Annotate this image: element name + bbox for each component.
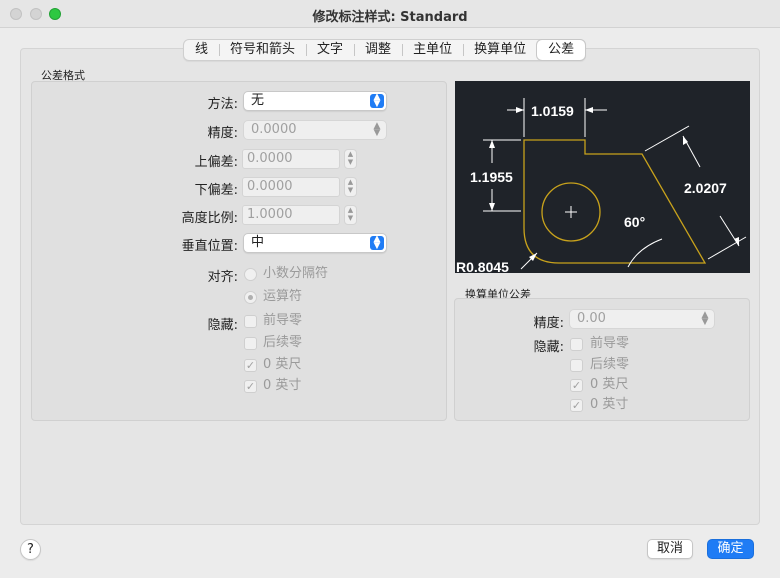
- title-bar: 修改标注样式: Standard: [0, 0, 780, 28]
- method-select[interactable]: 无 ▲ ▼: [243, 91, 387, 111]
- alt-precision-label: 精度:: [533, 316, 564, 331]
- height-scale-label: 高度比例:: [181, 211, 238, 226]
- tab-lines[interactable]: 线: [184, 40, 219, 60]
- checkmark-icon: ✓: [245, 359, 256, 372]
- tab-tolerances[interactable]: 公差: [537, 40, 586, 60]
- suppress-feet-checkbox[interactable]: ✓: [244, 359, 257, 372]
- tab-bar: 线 符号和箭头 文字 调整 主单位 换算单位 公差: [183, 39, 587, 61]
- suppress-inches-label: 0 英寸: [263, 378, 302, 393]
- align-operator-radio[interactable]: [244, 291, 257, 304]
- checkmark-icon: ✓: [571, 399, 582, 412]
- radius-label: R0.8045: [456, 259, 509, 273]
- tab-symbols-arrows[interactable]: 符号和箭头: [219, 40, 306, 60]
- alt-suppress-leading-label: 前导零: [590, 336, 630, 351]
- method-value: 无: [251, 93, 265, 108]
- alt-precision-value: 0.00: [577, 311, 606, 326]
- tab-alternate-units[interactable]: 换算单位: [463, 40, 537, 60]
- preview-drawing: 1.0159 1.1955 2.0207 60° R0.8045: [456, 98, 747, 273]
- align-operator-label: 运算符: [263, 289, 303, 304]
- alt-suppress-feet-label: 0 英尺: [590, 377, 629, 392]
- part-outline: [523, 139, 707, 264]
- window-title: 修改标注样式: Standard: [312, 10, 468, 25]
- vertical-position-label: 垂直位置:: [181, 239, 238, 254]
- suppress-trailing-checkbox[interactable]: [244, 337, 257, 350]
- precision-label: 精度:: [207, 126, 238, 141]
- suppress-leading-label: 前导零: [263, 313, 303, 328]
- suppress-feet-label: 0 英尺: [263, 357, 302, 372]
- tab-text[interactable]: 文字: [306, 40, 354, 60]
- dim-label-left: 1.1955: [470, 169, 513, 185]
- arrowhead: [585, 107, 593, 113]
- tab-primary-units[interactable]: 主单位: [402, 40, 463, 60]
- popup-arrows-icon: ▲ ▼: [373, 121, 381, 138]
- stepper-arrows-icon: ▲ ▼: [347, 206, 354, 222]
- alt-suppress-leading-checkbox[interactable]: [570, 338, 583, 351]
- vertical-position-value: 中: [251, 235, 265, 250]
- alt-suppress-label: 隐藏:: [533, 340, 564, 355]
- align-decimal-radio[interactable]: [244, 268, 257, 281]
- suppress-label: 隐藏:: [207, 318, 238, 333]
- help-button[interactable]: ?: [20, 539, 41, 560]
- upper-deviation-field[interactable]: 0.0000: [242, 149, 340, 169]
- arrowhead: [516, 107, 524, 113]
- alt-suppress-trailing-checkbox[interactable]: [570, 359, 583, 372]
- vertical-position-select[interactable]: 中 ▲ ▼: [243, 233, 387, 253]
- checkmark-icon: ✓: [571, 379, 582, 392]
- precision-select[interactable]: 0.0000 ▲ ▼: [243, 120, 387, 140]
- upper-deviation-label: 上偏差:: [194, 155, 238, 170]
- height-scale-stepper[interactable]: ▲ ▼: [344, 205, 357, 225]
- alt-suppress-feet-checkbox[interactable]: ✓: [570, 379, 583, 392]
- upper-deviation-stepper[interactable]: ▲ ▼: [344, 149, 357, 169]
- popup-arrows-icon: ▲ ▼: [701, 310, 709, 327]
- ok-button[interactable]: 确定: [707, 539, 754, 559]
- arrowhead: [489, 203, 495, 211]
- alt-suppress-trailing-label: 后续零: [590, 357, 630, 372]
- lower-deviation-stepper[interactable]: ▲ ▼: [344, 177, 357, 197]
- ext-line-right-b: [707, 236, 747, 260]
- ext-line-right-a: [644, 125, 690, 152]
- checkmark-icon: ✓: [245, 380, 256, 393]
- dim-label-top: 1.0159: [531, 103, 574, 119]
- angle-label: 60°: [624, 214, 645, 230]
- height-scale-field[interactable]: 1.0000: [242, 205, 340, 225]
- suppress-leading-checkbox[interactable]: [244, 315, 257, 328]
- precision-value: 0.0000: [251, 122, 297, 137]
- suppress-trailing-label: 后续零: [263, 335, 303, 350]
- popup-arrows-icon: ▲ ▼: [370, 235, 384, 251]
- align-decimal-label: 小数分隔符: [263, 266, 329, 281]
- method-label: 方法:: [207, 97, 238, 112]
- stepper-arrows-icon: ▲ ▼: [347, 178, 354, 194]
- cancel-button[interactable]: 取消: [647, 539, 693, 559]
- alt-suppress-inches-checkbox[interactable]: ✓: [570, 399, 583, 412]
- arrowhead: [489, 140, 495, 148]
- popup-arrows-icon: ▲ ▼: [370, 93, 384, 109]
- alignment-label: 对齐:: [207, 270, 238, 285]
- suppress-inches-checkbox[interactable]: ✓: [244, 380, 257, 393]
- dim-label-right: 2.0207: [684, 180, 727, 196]
- lower-deviation-field[interactable]: 0.0000: [242, 177, 340, 197]
- alt-suppress-inches-label: 0 英寸: [590, 397, 629, 412]
- tab-fit[interactable]: 调整: [354, 40, 402, 60]
- alt-precision-select[interactable]: 0.00 ▲ ▼: [569, 309, 715, 329]
- stepper-arrows-icon: ▲ ▼: [347, 150, 354, 166]
- preview-image: 1.0159 1.1955 2.0207 60° R0.8045: [455, 81, 750, 273]
- arrowhead: [734, 237, 739, 246]
- lower-deviation-label: 下偏差:: [194, 183, 238, 198]
